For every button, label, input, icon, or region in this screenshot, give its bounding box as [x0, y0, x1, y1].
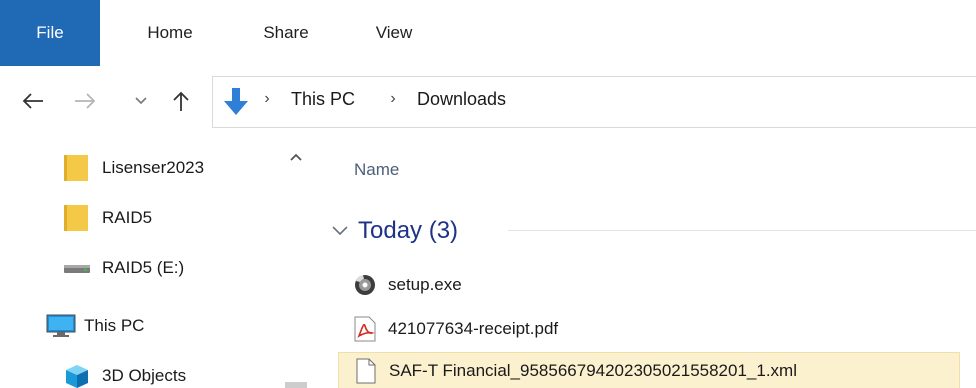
nav-item-raid5-drive[interactable]: RAID5 (E:): [64, 250, 184, 286]
nav-item-label: RAID5: [102, 208, 153, 227]
group-divider: [508, 230, 976, 231]
nav-item-this-pc[interactable]: This PC: [46, 308, 144, 344]
pdf-icon: [352, 315, 378, 343]
chevron-up-icon: [290, 153, 302, 161]
up-arrow-icon: [173, 91, 189, 111]
tab-view[interactable]: View: [362, 0, 426, 66]
tab-file[interactable]: File: [0, 0, 100, 66]
file-name: setup.exe: [388, 275, 462, 294]
nav-item-3d-objects[interactable]: 3D Objects: [64, 358, 186, 388]
downloads-icon: [221, 87, 251, 119]
nav-item-label: This PC: [84, 316, 145, 335]
breadcrumb-separator[interactable]: ›: [385, 90, 401, 108]
file-row-saf-t-xml[interactable]: SAF-T Financial_958566794202305021558201…: [338, 352, 960, 388]
file-name: SAF-T Financial_958566794202305021558201…: [389, 361, 797, 380]
breadcrumb-downloads[interactable]: Downloads: [417, 89, 506, 110]
back-arrow-icon: [22, 93, 43, 109]
file-list-pane: Name Today (3) setup.exe 421077634-recei…: [312, 138, 976, 388]
tab-home[interactable]: Home: [128, 0, 212, 66]
file-name: 421077634-receipt.pdf: [388, 319, 559, 338]
navigation-bar: › This PC › Downloads: [0, 66, 976, 138]
file-icon: [353, 357, 379, 385]
nav-item-raid5[interactable]: RAID5: [64, 200, 152, 236]
folder-icon: [64, 204, 96, 232]
scrollbar-thumb[interactable]: [285, 382, 307, 388]
breadcrumb-separator[interactable]: ›: [259, 90, 275, 108]
nav-item-lisenser2023[interactable]: Lisenser2023: [64, 150, 204, 186]
navigation-pane: Lisenser2023 RAID5 RAID5 (E:) This PC 3D…: [0, 138, 312, 388]
nav-item-label: Lisenser2023: [102, 158, 205, 177]
group-header-today[interactable]: Today (3): [328, 214, 458, 248]
chevron-down-icon[interactable]: [328, 219, 352, 243]
computer-icon: [46, 312, 78, 340]
forward-arrow-icon: [75, 93, 96, 109]
up-button[interactable]: [164, 84, 198, 118]
folder-icon: [64, 154, 96, 182]
nav-item-label: RAID5 (E:): [102, 258, 185, 277]
file-row-receipt-pdf[interactable]: 421077634-receipt.pdf: [338, 310, 738, 348]
drive-icon: [64, 254, 96, 282]
column-header-name[interactable]: Name: [354, 160, 399, 180]
setup-exe-icon: [352, 271, 378, 299]
recent-locations-button[interactable]: [128, 84, 154, 118]
address-bar[interactable]: › This PC › Downloads: [212, 76, 976, 128]
ribbon-tab-strip: File Home Share View: [0, 0, 976, 66]
navigation-pane-scrollbar[interactable]: [280, 138, 312, 388]
forward-button[interactable]: [70, 84, 100, 118]
file-row-setup-exe[interactable]: setup.exe: [338, 266, 638, 304]
chevron-down-icon: [135, 97, 147, 105]
back-button[interactable]: [18, 84, 48, 118]
group-label: Today (3): [358, 217, 459, 244]
scroll-up-button[interactable]: [286, 148, 306, 166]
3d-objects-icon: [64, 362, 96, 388]
nav-item-label: 3D Objects: [102, 366, 187, 385]
file-explorer-window: File Home Share View › This PC › Downloa…: [0, 0, 976, 388]
tab-share[interactable]: Share: [244, 0, 328, 66]
breadcrumb-this-pc[interactable]: This PC: [291, 89, 355, 110]
